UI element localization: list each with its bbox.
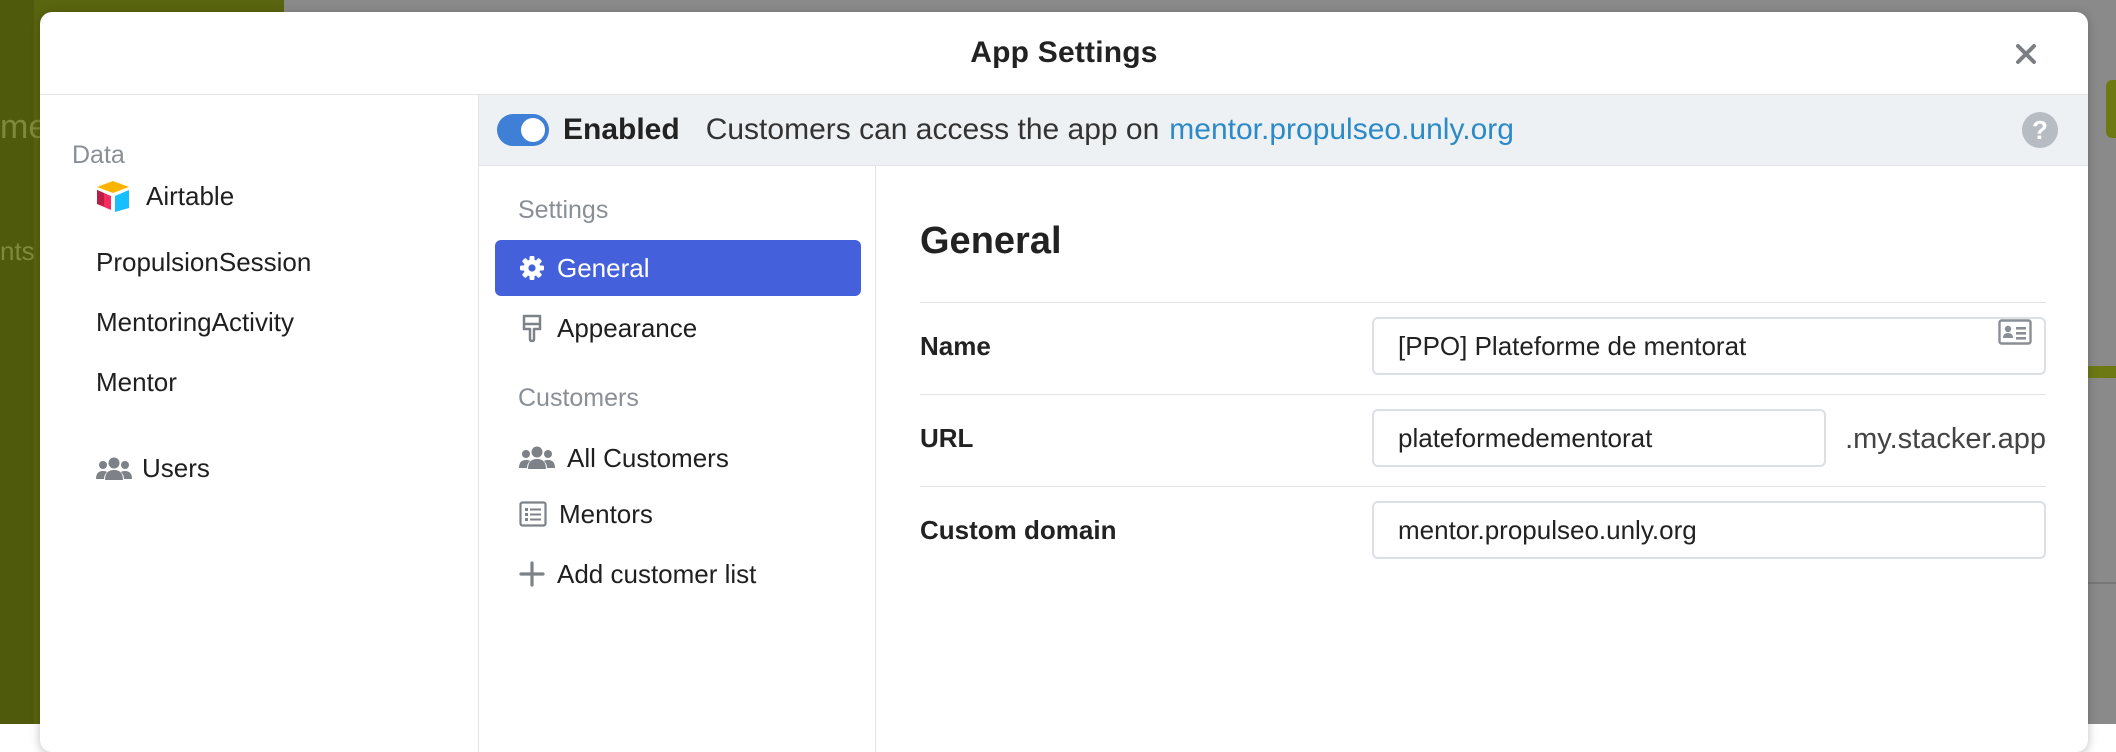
custom-domain-label: Custom domain xyxy=(920,515,1117,545)
sidebar-item-table[interactable]: Mentor xyxy=(96,367,177,398)
data-heading: Data xyxy=(72,141,125,169)
nav-item-mentors[interactable]: Mentors xyxy=(495,486,861,542)
modal-header: App Settings xyxy=(40,12,2088,95)
backdrop-accent xyxy=(2106,80,2116,138)
nav-item-label: All Customers xyxy=(567,442,729,473)
sidebar-item-airtable[interactable]: Airtable xyxy=(94,179,234,213)
name-row: Name xyxy=(920,302,2046,393)
nav-item-general[interactable]: General xyxy=(495,240,861,296)
modal-title: App Settings xyxy=(970,36,1158,69)
close-button[interactable] xyxy=(2008,36,2044,72)
app-settings-modal: App Settings Data Airtable PropulsionSes… xyxy=(40,12,2088,752)
url-row: URL .my.stacker.app xyxy=(920,394,2046,485)
settings-nav: Settings General Appearance Customers Al… xyxy=(479,166,876,752)
app-domain-link[interactable]: mentor.propulseo.unly.org xyxy=(1169,113,1514,147)
help-icon[interactable]: ? xyxy=(2022,112,2058,148)
general-settings-panel: General Name URL .my.stacker.app Custom … xyxy=(876,166,2088,752)
enabled-label: Enabled xyxy=(563,113,680,146)
list-icon xyxy=(519,501,547,527)
name-label: Name xyxy=(920,331,991,361)
enabled-bar: Enabled Customers can access the app on … xyxy=(479,95,2088,166)
sidebar-item-label: Users xyxy=(142,453,210,483)
name-field[interactable] xyxy=(1372,317,2046,375)
add-customer-list-button[interactable]: Add customer list xyxy=(495,546,861,602)
custom-domain-field[interactable] xyxy=(1372,501,2046,559)
nav-item-label: Mentors xyxy=(559,498,653,529)
close-icon xyxy=(2016,44,2036,64)
paintbrush-icon xyxy=(522,314,542,343)
plus-icon xyxy=(519,561,545,587)
data-sidebar: Data Airtable PropulsionSession Mentorin… xyxy=(40,95,479,752)
settings-heading: Settings xyxy=(518,196,609,224)
sidebar-item-label: PropulsionSession xyxy=(96,247,312,277)
url-label: URL xyxy=(920,423,974,453)
users-icon xyxy=(519,446,555,469)
nav-item-label: Appearance xyxy=(557,312,698,343)
enabled-toggle[interactable] xyxy=(497,114,549,146)
url-suffix: .my.stacker.app xyxy=(1845,423,2046,455)
customers-heading: Customers xyxy=(518,384,639,412)
page-title: General xyxy=(920,220,1062,262)
nav-item-all-customers[interactable]: All Customers xyxy=(495,430,861,486)
contact-card-icon[interactable] xyxy=(1998,319,2032,345)
nav-item-appearance[interactable]: Appearance xyxy=(495,300,861,356)
backdrop-text: nts xyxy=(0,236,35,266)
url-field[interactable] xyxy=(1372,409,1826,467)
access-description: Customers can access the app on xyxy=(705,113,1160,146)
sidebar-item-users[interactable]: Users xyxy=(96,453,210,484)
toggle-knob xyxy=(521,118,545,142)
users-icon xyxy=(96,457,132,480)
sidebar-item-table[interactable]: PropulsionSession xyxy=(96,247,311,278)
nav-item-label: General xyxy=(557,252,650,283)
nav-item-label: Add customer list xyxy=(557,558,757,589)
sidebar-item-label: Mentor xyxy=(96,367,177,397)
custom-domain-row: Custom domain xyxy=(920,486,2046,577)
backdrop-bar xyxy=(2088,366,2116,378)
airtable-logo-icon xyxy=(97,181,129,212)
sidebar-item-label: MentoringActivity xyxy=(96,307,294,337)
gear-icon xyxy=(520,256,544,280)
backdrop-divider xyxy=(2088,582,2116,584)
sidebar-item-label: Airtable xyxy=(146,180,235,211)
sidebar-item-table[interactable]: MentoringActivity xyxy=(96,307,294,338)
